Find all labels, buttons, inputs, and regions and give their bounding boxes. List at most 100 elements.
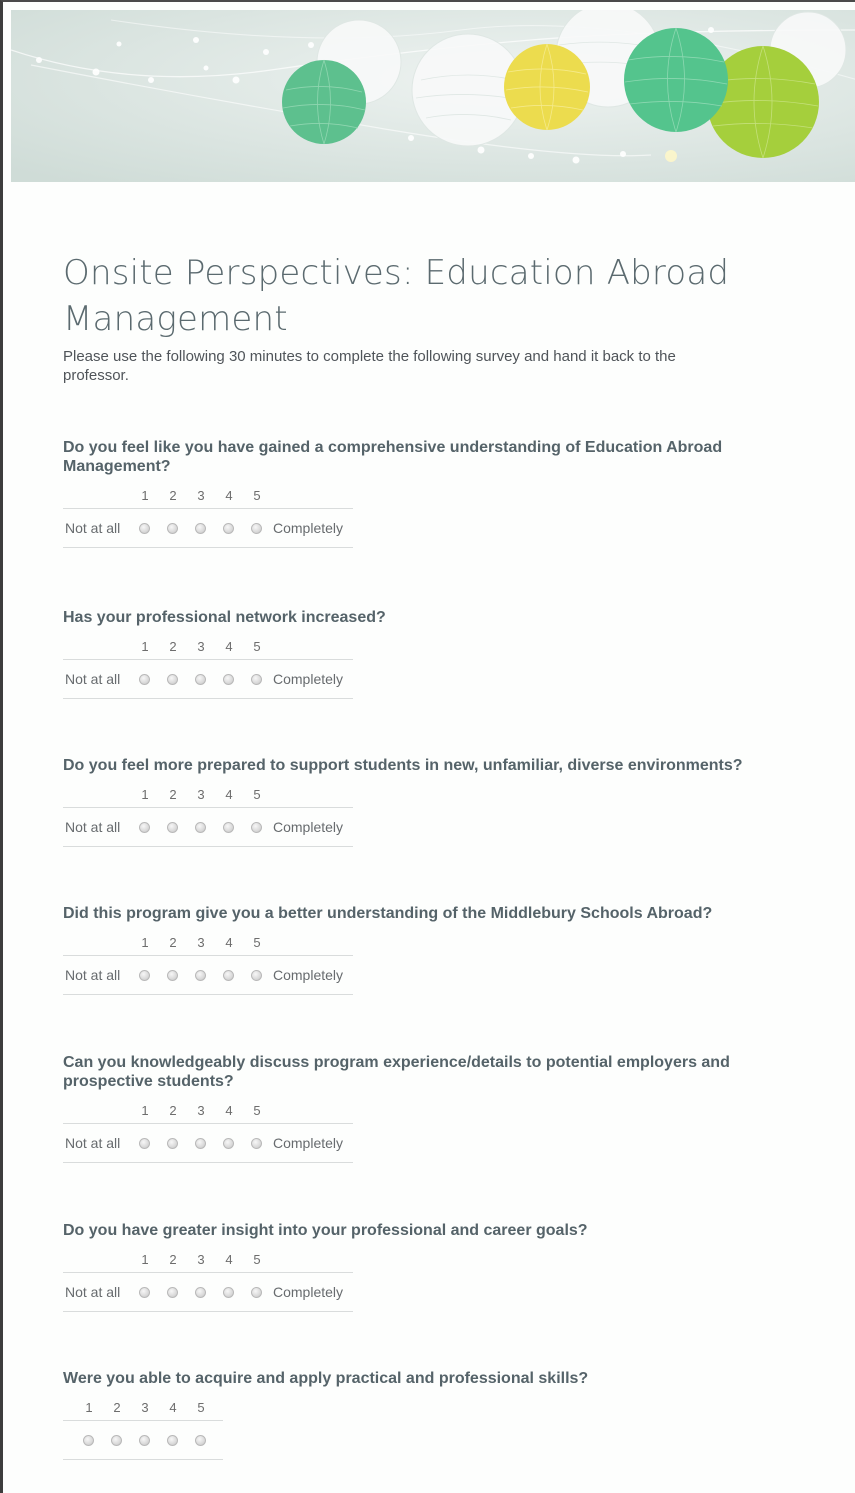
question-3-text: Do you feel more prepared to support stu… bbox=[63, 757, 743, 774]
radio-option-3[interactable] bbox=[195, 822, 206, 833]
question-1-text-line-2: Management? bbox=[63, 458, 171, 475]
question-4-linear-scale: 1 2 3 4 5 Not at all Completely bbox=[63, 931, 353, 995]
scale-number-2: 2 bbox=[169, 935, 177, 950]
radio-option-4[interactable] bbox=[223, 970, 234, 981]
scale-numbers: 1 2 3 4 5 bbox=[63, 783, 353, 807]
scale-number-5: 5 bbox=[253, 488, 261, 503]
radio-option-5[interactable] bbox=[195, 1435, 206, 1446]
scale-low-label: Not at all bbox=[65, 671, 121, 687]
scale-options-row: Not at all Completely bbox=[63, 509, 353, 547]
scale-number-3: 3 bbox=[197, 639, 205, 654]
radio-option-2[interactable] bbox=[167, 1138, 178, 1149]
radio-option-3[interactable] bbox=[195, 1138, 206, 1149]
question-1-linear-scale: 1 2 3 4 5 Not at all Completely bbox=[63, 484, 353, 548]
radio-option-1[interactable] bbox=[139, 674, 150, 685]
radio-option-3[interactable] bbox=[195, 523, 206, 534]
question-1: Do you feel like you have gained a compr… bbox=[63, 438, 823, 548]
radio-option-5[interactable] bbox=[251, 523, 262, 534]
radio-option-4[interactable] bbox=[223, 1287, 234, 1298]
question-5-text: Can you knowledgeably discuss program ex… bbox=[63, 1053, 823, 1091]
scale-options-row: Not at all Completely bbox=[63, 660, 353, 698]
question-7-text: Were you able to acquire and apply pract… bbox=[63, 1370, 589, 1387]
scale-number-3: 3 bbox=[197, 488, 205, 503]
radio-option-3[interactable] bbox=[195, 970, 206, 981]
radio-option-3[interactable] bbox=[195, 674, 206, 685]
question-6-linear-scale: 1 2 3 4 5 Not at all Completely bbox=[63, 1248, 353, 1312]
question-4: Did this program give you a better under… bbox=[63, 904, 823, 995]
radio-option-4[interactable] bbox=[223, 674, 234, 685]
scale-number-3: 3 bbox=[197, 1252, 205, 1267]
scale-numbers: 1 2 3 4 5 bbox=[63, 1396, 223, 1420]
radio-option-2[interactable] bbox=[167, 970, 178, 981]
scale-numbers: 1 2 3 4 5 bbox=[63, 635, 353, 659]
radio-option-3[interactable] bbox=[195, 1287, 206, 1298]
scale-number-1: 1 bbox=[141, 488, 149, 503]
scale-high-label: Completely bbox=[273, 967, 344, 983]
scale-number-1: 1 bbox=[141, 935, 149, 950]
radio-option-1[interactable] bbox=[83, 1435, 94, 1446]
scale-divider bbox=[63, 846, 353, 847]
scale-high-label: Completely bbox=[273, 671, 344, 687]
radio-option-1[interactable] bbox=[139, 1287, 150, 1298]
scale-number-2: 2 bbox=[113, 1400, 121, 1415]
radio-option-5[interactable] bbox=[251, 1138, 262, 1149]
scale-number-5: 5 bbox=[253, 1252, 261, 1267]
scale-options-row: Not at all Completely bbox=[63, 956, 353, 994]
scale-number-2: 2 bbox=[169, 639, 177, 654]
scale-high-label: Completely bbox=[273, 1284, 344, 1300]
question-7: Were you able to acquire and apply pract… bbox=[63, 1369, 823, 1460]
radio-option-5[interactable] bbox=[251, 970, 262, 981]
scale-number-2: 2 bbox=[169, 488, 177, 503]
radio-option-4[interactable] bbox=[167, 1435, 178, 1446]
radio-option-1[interactable] bbox=[139, 523, 150, 534]
radio-option-2[interactable] bbox=[111, 1435, 122, 1446]
scale-divider bbox=[63, 994, 353, 995]
radio-option-5[interactable] bbox=[251, 822, 262, 833]
radio-option-2[interactable] bbox=[167, 523, 178, 534]
form-title-line-1: Onsite Perspectives: Education Abroad bbox=[63, 253, 730, 293]
form-description: Please use the following 30 minutes to c… bbox=[63, 347, 823, 385]
radio-option-4[interactable] bbox=[223, 1138, 234, 1149]
scale-number-1: 1 bbox=[141, 639, 149, 654]
radio-option-4[interactable] bbox=[223, 822, 234, 833]
radio-option-2[interactable] bbox=[167, 674, 178, 685]
scale-numbers: 1 2 3 4 5 bbox=[63, 1099, 353, 1123]
scale-number-1: 1 bbox=[141, 1252, 149, 1267]
scale-number-1: 1 bbox=[85, 1400, 93, 1415]
scale-options-row: Not at all Completely bbox=[63, 1124, 353, 1162]
scale-number-3: 3 bbox=[197, 1103, 205, 1118]
question-6-text: Do you have greater insight into your pr… bbox=[63, 1222, 588, 1239]
scale-number-1: 1 bbox=[141, 787, 149, 802]
question-2-text: Has your professional network increased? bbox=[63, 609, 386, 626]
radio-option-5[interactable] bbox=[251, 1287, 262, 1298]
scale-number-2: 2 bbox=[169, 787, 177, 802]
radio-option-2[interactable] bbox=[167, 822, 178, 833]
radio-option-2[interactable] bbox=[167, 1287, 178, 1298]
radio-option-1[interactable] bbox=[139, 970, 150, 981]
scale-options-row: Not at all Completely bbox=[63, 808, 353, 846]
scale-number-4: 4 bbox=[225, 488, 233, 503]
question-2: Has your professional network increased?… bbox=[63, 608, 823, 699]
radio-option-1[interactable] bbox=[139, 1138, 150, 1149]
form-title-line-2: Management bbox=[63, 299, 288, 339]
radio-option-4[interactable] bbox=[223, 523, 234, 534]
header-banner-image bbox=[11, 10, 855, 182]
scale-number-4: 4 bbox=[225, 1252, 233, 1267]
scale-divider bbox=[63, 1311, 353, 1312]
scale-low-label: Not at all bbox=[65, 1135, 121, 1151]
form-description-line-1: Please use the following 30 minutes to c… bbox=[63, 348, 676, 365]
scale-high-label: Completely bbox=[273, 819, 344, 835]
scale-number-5: 5 bbox=[253, 1103, 261, 1118]
radio-option-5[interactable] bbox=[251, 674, 262, 685]
form-header: Onsite Perspectives: Education Abroad Ma… bbox=[63, 250, 823, 385]
scale-number-4: 4 bbox=[225, 935, 233, 950]
radio-option-3[interactable] bbox=[139, 1435, 150, 1446]
scale-high-label: Completely bbox=[273, 1135, 344, 1151]
scale-number-3: 3 bbox=[197, 787, 205, 802]
form-description-line-2: professor. bbox=[63, 367, 129, 384]
question-2-linear-scale: 1 2 3 4 5 Not at all Completely bbox=[63, 635, 353, 699]
form-page: Onsite Perspectives: Education Abroad Ma… bbox=[0, 0, 855, 1493]
scale-number-5: 5 bbox=[253, 639, 261, 654]
question-5-text-line-2: prospective students? bbox=[63, 1073, 234, 1090]
radio-option-1[interactable] bbox=[139, 822, 150, 833]
